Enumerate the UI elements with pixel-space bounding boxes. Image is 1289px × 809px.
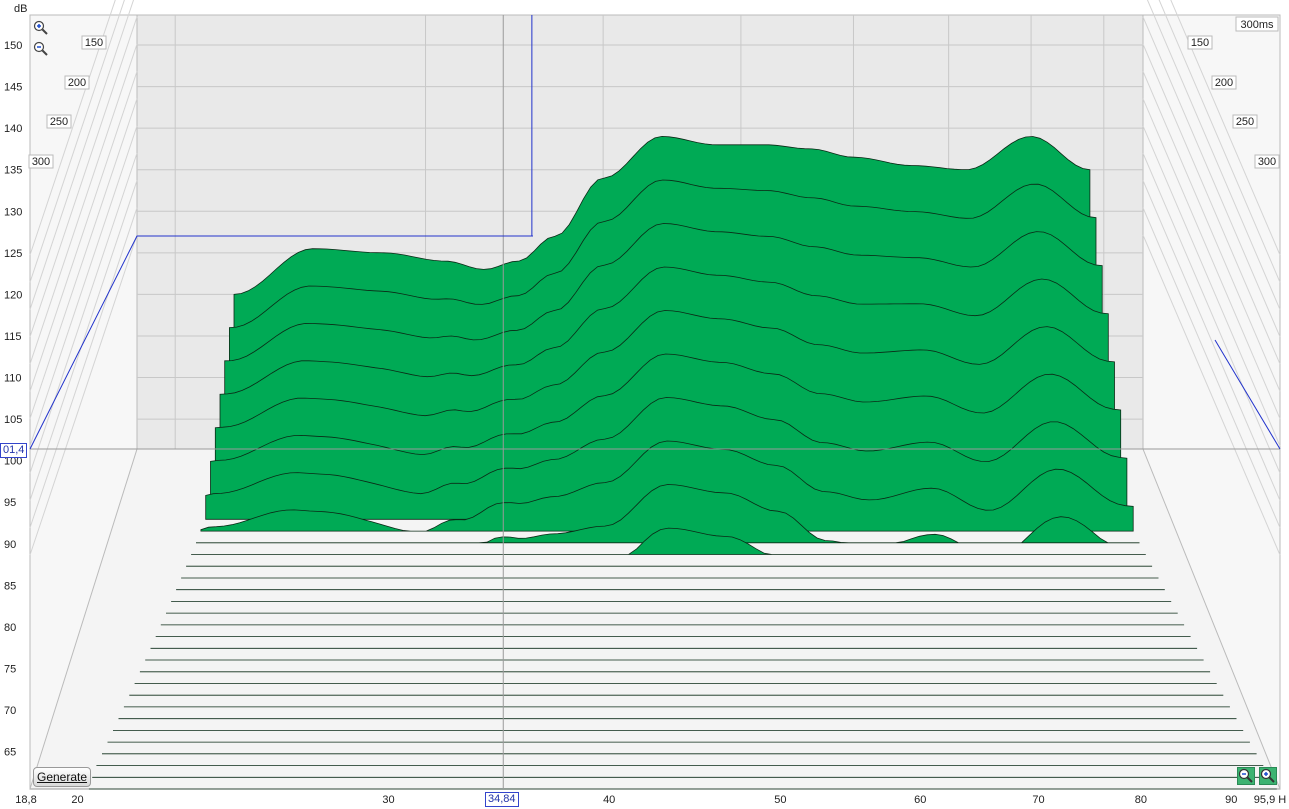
- time-label-right: 200: [1215, 77, 1233, 89]
- y-unit-label: dB: [14, 3, 27, 15]
- cursor-x-readout: 34,84: [485, 792, 519, 807]
- y-tick-label: 135: [4, 165, 22, 177]
- x-tick-label: 18,8: [15, 794, 36, 806]
- cursor-y-readout: 01,4: [0, 443, 28, 458]
- y-tick-label: 110: [4, 373, 22, 385]
- time-label-left: 250: [50, 116, 68, 128]
- y-tick-label: 145: [4, 82, 22, 94]
- x-tick-label: 40: [603, 794, 615, 806]
- x-tick-label: 95,9 H: [1254, 794, 1286, 806]
- y-tick-label: 115: [4, 331, 22, 343]
- x-tick-label: 30: [382, 794, 394, 806]
- time-max-label: 300ms: [1240, 19, 1274, 31]
- y-tick-label: 70: [4, 705, 16, 717]
- x-tick-label: 20: [71, 794, 83, 806]
- time-label-left: 200: [68, 77, 86, 89]
- y-tick-label: 140: [4, 123, 22, 135]
- time-label-left: 150: [85, 37, 103, 49]
- waterfall-chart[interactable]: dB65707580859095100105110115120125130135…: [0, 0, 1289, 809]
- y-tick-label: 105: [4, 414, 22, 426]
- y-tick-label: 75: [4, 663, 16, 675]
- y-tick-label: 125: [4, 248, 22, 260]
- y-tick-label: 90: [4, 539, 16, 551]
- zoom-out-x-icon[interactable]: [1237, 767, 1255, 785]
- y-tick-label: 130: [4, 206, 22, 218]
- time-label-left: 300: [32, 156, 50, 168]
- x-tick-label: 70: [1032, 794, 1044, 806]
- generate-button[interactable]: Generate: [33, 767, 91, 787]
- y-tick-label: 80: [4, 622, 16, 634]
- x-tick-label: 50: [774, 794, 786, 806]
- y-tick-label: 120: [4, 289, 22, 301]
- y-tick-label: 65: [4, 747, 16, 759]
- y-tick-label: 150: [4, 40, 22, 52]
- x-tick-label: 90: [1225, 794, 1237, 806]
- time-label-right: 250: [1236, 116, 1254, 128]
- y-tick-label: 95: [4, 497, 16, 509]
- time-label-right: 300: [1258, 156, 1276, 168]
- generate-label: Generate: [36, 770, 88, 784]
- zoom-out-icon[interactable]: [33, 41, 49, 57]
- zoom-in-icon[interactable]: [33, 20, 49, 36]
- time-label-right: 150: [1191, 37, 1209, 49]
- x-tick-label: 60: [914, 794, 926, 806]
- x-tick-label: 80: [1135, 794, 1147, 806]
- zoom-in-x-icon[interactable]: [1259, 767, 1277, 785]
- y-tick-label: 85: [4, 580, 16, 592]
